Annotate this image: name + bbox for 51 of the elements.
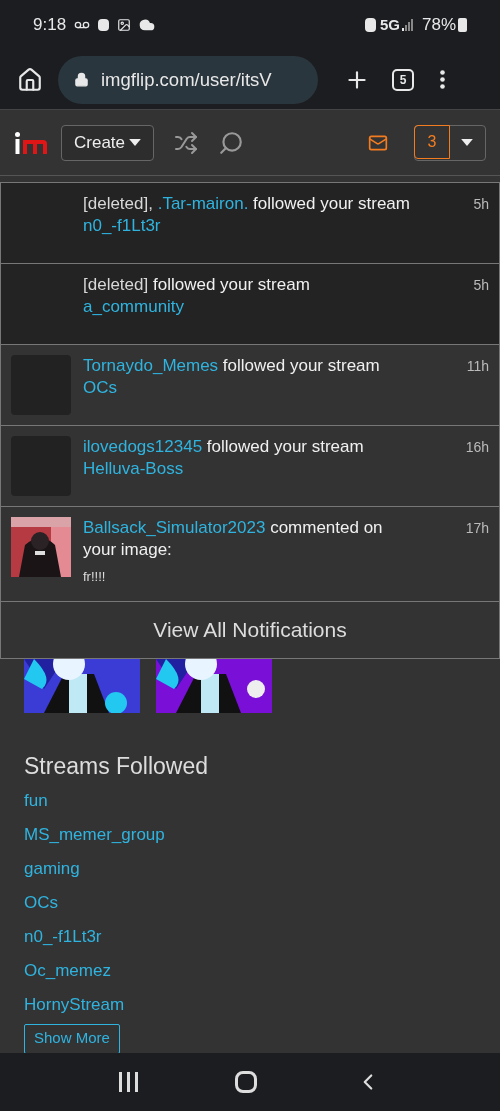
notification-text: Ballsack_Simulator2023 commented on your image:: [83, 517, 384, 561]
stream-link[interactable]: gaming: [24, 851, 80, 886]
time-ago: 17h: [465, 519, 489, 538]
user-link[interactable]: n0_-f1Lt3r: [83, 216, 161, 235]
stream-link[interactable]: n0_-f1Lt3r: [24, 919, 102, 954]
caret-icon: [129, 139, 142, 146]
recent-apps-button[interactable]: [118, 1072, 138, 1092]
time-ago: 11h: [466, 357, 489, 376]
stream-link[interactable]: HornyStream: [24, 987, 125, 1022]
notification-item[interactable]: [deleted], .Tar-mairon. followed your stream n0_-f1Lt3r 5h: [1, 183, 499, 264]
caret-icon: [461, 139, 473, 146]
address-bar[interactable]: imgflip.com/user/itsV: [58, 55, 318, 104]
user-link[interactable]: Ballsack_Simulator2023: [83, 518, 266, 537]
notification-text: [deleted] followed your stream a_community: [83, 274, 311, 318]
user-link[interactable]: a_community: [83, 297, 185, 316]
logo-icon[interactable]: [14, 131, 48, 154]
create-button[interactable]: Create: [61, 124, 155, 161]
user-link[interactable]: Tornaydo_Memes: [83, 356, 219, 375]
notification-text: Tornaydo_Memes followed your stream OCs: [83, 355, 381, 399]
user-link[interactable]: Helluva-Boss: [83, 459, 184, 478]
stream-link[interactable]: fun: [24, 783, 48, 818]
notification-item[interactable]: [deleted] followed your stream a_community 5h: [1, 264, 499, 345]
comment-text: fr!!!!: [83, 568, 107, 586]
user-link[interactable]: ilovedogs12345: [83, 437, 203, 456]
time-ago: 5h: [473, 195, 489, 214]
cloud-icon: [139, 17, 156, 33]
status-time: 9:18: [33, 14, 67, 37]
stream-link[interactable]: OCs: [24, 885, 58, 920]
user-link[interactable]: OCs: [83, 378, 117, 397]
signal-icon: [401, 19, 414, 31]
battery-percent: 78%: [421, 14, 456, 37]
battery-icon: [458, 18, 467, 32]
stream-link[interactable]: Oc_memez: [24, 953, 111, 988]
time-ago: 16h: [465, 438, 489, 457]
stream-link[interactable]: MS_memer_group: [24, 817, 165, 852]
network-type: 5G: [379, 14, 400, 35]
image-icon: [117, 18, 132, 32]
lock-icon: [74, 72, 89, 87]
tab-count-button[interactable]: 5: [392, 68, 414, 91]
notification-count-button[interactable]: 3: [414, 124, 450, 159]
notification-text: [deleted], .Tar-mairon. followed your stream n0_-f1Lt3r: [83, 193, 411, 237]
section-title: Streams Followed: [24, 752, 210, 781]
home-nav-button[interactable]: [235, 1071, 258, 1093]
more-icon: [440, 70, 445, 89]
search-button[interactable]: [218, 129, 245, 156]
url-text: imgflip.com/user/itsV: [101, 67, 272, 92]
home-button[interactable]: [16, 65, 44, 94]
user-link[interactable]: .Tar-mairon.: [157, 194, 249, 213]
menu-button[interactable]: [440, 70, 445, 89]
time-ago: 5h: [473, 276, 489, 295]
notification-text: ilovedogs12345 followed your stream Helluva-Boss: [83, 436, 365, 480]
